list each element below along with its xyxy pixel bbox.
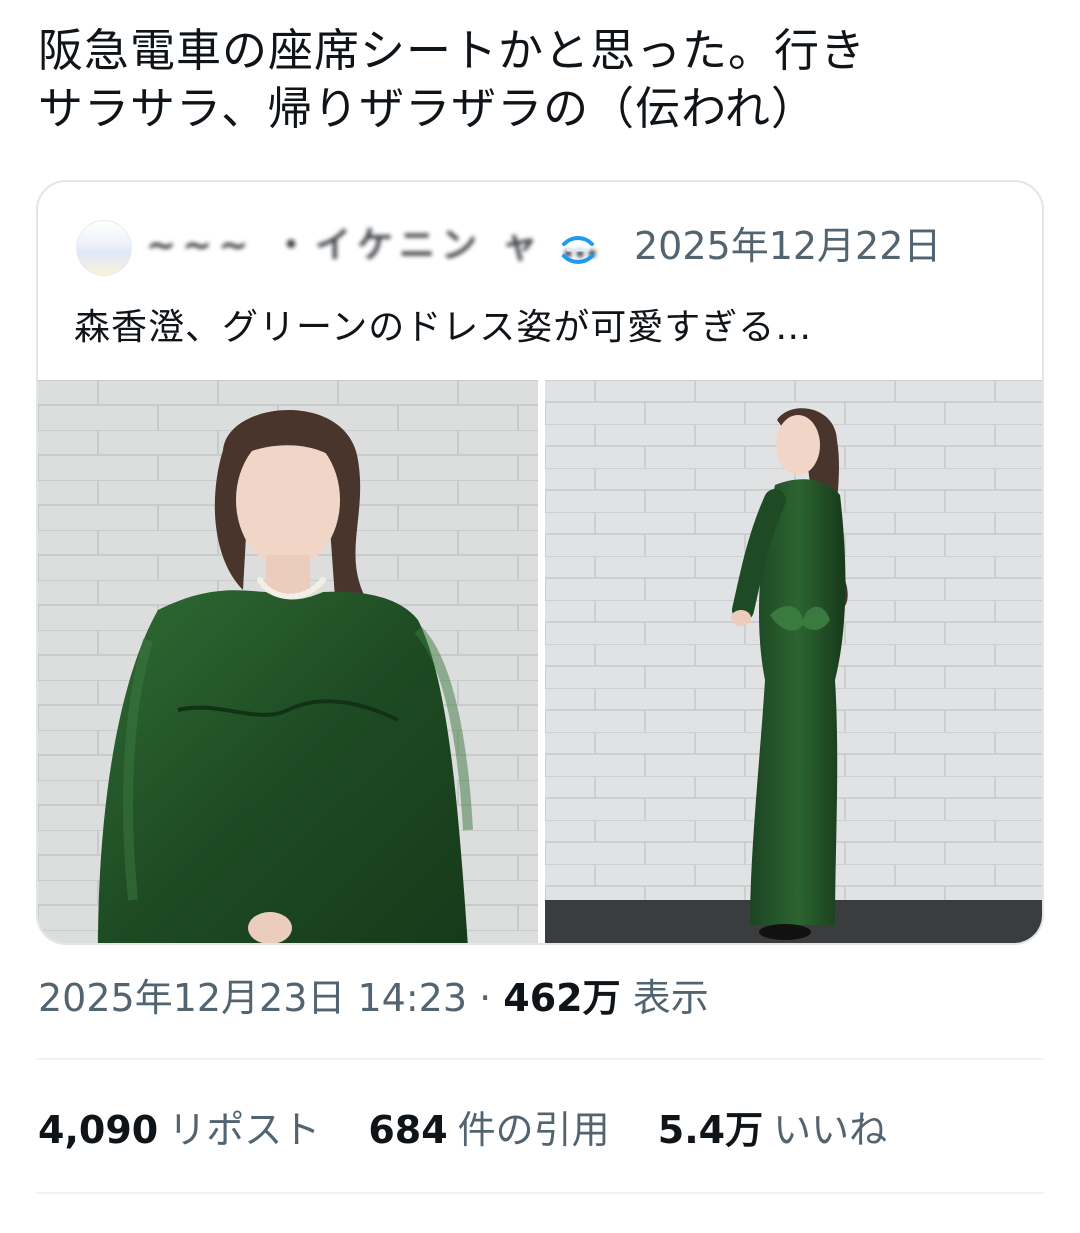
divider (36, 1058, 1044, 1060)
verified-badge-icon (558, 230, 598, 268)
reposts-stat[interactable]: 4,090 リポスト (38, 1098, 320, 1162)
reposts-label: リポスト (168, 1108, 321, 1152)
tweet-text-line-1: 阪急電車の座席シートかと思った。行き (38, 24, 867, 77)
tweet-text-line-2: サラサラ、帰りザラザラの（伝われ） (38, 82, 817, 135)
quoted-author-avatar[interactable] (76, 220, 132, 276)
quoted-photo-front[interactable] (38, 380, 538, 943)
tweet-timestamp[interactable]: 2025年12月23日 14:23 (38, 976, 467, 1020)
likes-count: 5.4万 (657, 1108, 764, 1152)
tweet-text: 阪急電車の座席シートかと思った。行き サラサラ、帰りザラザラの（伝われ） (38, 22, 1048, 138)
quoted-tweet-header: ~~~ ・イケニン ャ … 2025年12月22日 森香澄、グリーンのドレス姿が… (38, 182, 1042, 382)
quotes-count: 684 (368, 1108, 448, 1152)
quoted-tweet-text: 森香澄、グリーンのドレス姿が可愛すぎる… (74, 307, 813, 348)
views-count: 462万 (503, 976, 621, 1020)
quotes-label: 件の引用 (457, 1108, 610, 1152)
reposts-count: 4,090 (38, 1108, 159, 1152)
quoted-author-name[interactable]: ~~~ ・イケニン ャ … (146, 218, 604, 274)
divider (36, 1192, 1044, 1194)
likes-stat[interactable]: 5.4万 いいね (658, 1098, 887, 1162)
quoted-tweet-date: 2025年12月22日 (634, 224, 942, 268)
tweet-meta: 2025年12月23日 14:23 · 462万 表示 (38, 968, 709, 1028)
views-label: 表示 (632, 976, 709, 1020)
quoted-photo-side[interactable] (545, 380, 1042, 943)
quoted-tweet-card[interactable]: ~~~ ・イケニン ャ … 2025年12月22日 森香澄、グリーンのドレス姿が… (36, 180, 1044, 945)
quotes-stat[interactable]: 684 件の引用 (368, 1098, 609, 1162)
meta-separator: · (479, 976, 492, 1020)
engagement-stats: 4,090 リポスト 684 件の引用 5.4万 いいね (38, 1098, 923, 1162)
likes-label: いいね (773, 1108, 888, 1152)
